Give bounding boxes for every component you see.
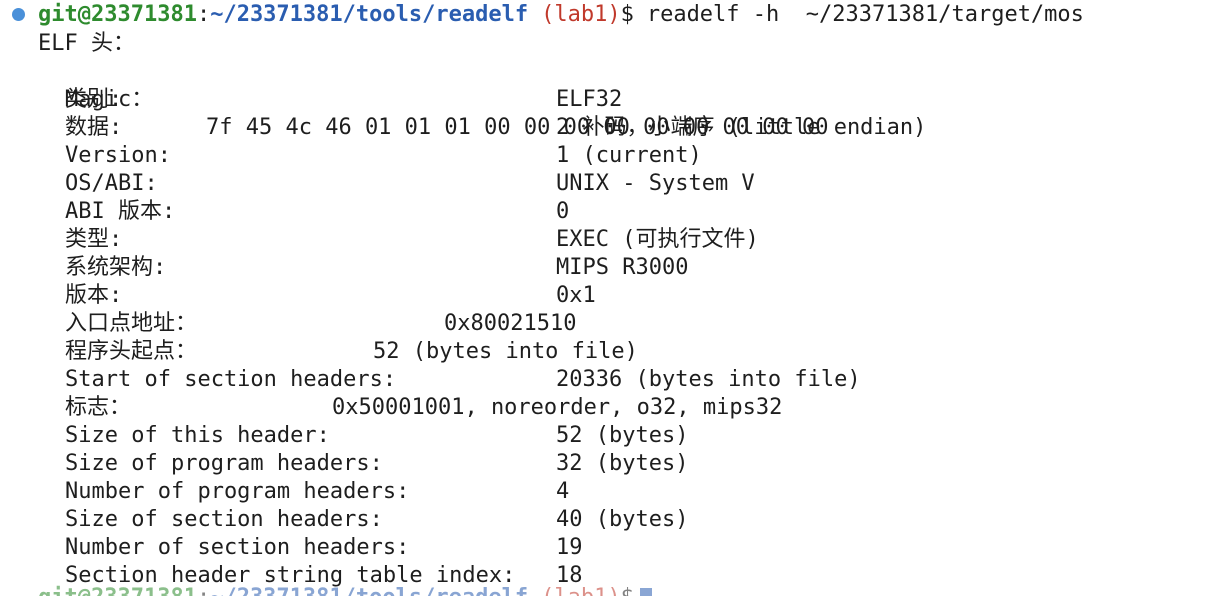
terminal-cursor[interactable] bbox=[639, 588, 652, 596]
next-prompt-branch: (lab1) bbox=[541, 585, 620, 596]
elf-field-row: 程序头起点： 52 (bytes into file) bbox=[65, 338, 1165, 366]
magic-row: Magic： 7f 45 4c 46 01 01 01 00 00 00 00 … bbox=[65, 58, 1165, 140]
prompt-sign: $ bbox=[620, 2, 634, 27]
field-label: Version: bbox=[65, 143, 171, 168]
next-prompt-sign: $ bbox=[621, 585, 634, 596]
elf-field-row: 入口点地址： 0x80021510 bbox=[65, 310, 1165, 338]
elf-field-row: Size of this header: 52 (bytes) bbox=[65, 422, 1165, 450]
elf-field-row: 类型: EXEC (可执行文件) bbox=[65, 226, 1165, 254]
next-prompt-line: git@23371381:~/23371381/tools/readelf (la… bbox=[38, 584, 652, 596]
prompt-status-dot-icon bbox=[12, 8, 25, 21]
field-value: 0 bbox=[556, 199, 570, 224]
field-value: 52 (bytes) bbox=[556, 423, 689, 448]
field-value: 1 (current) bbox=[556, 143, 702, 168]
field-label: 标志： bbox=[65, 395, 132, 420]
prompt-line: git@23371381:~/23371381/tools/readelf (la… bbox=[38, 1, 1084, 29]
field-value: 4 bbox=[556, 479, 570, 504]
field-label: Number of program headers: bbox=[65, 479, 410, 504]
field-label: 类别: bbox=[65, 87, 123, 112]
field-label: 系统架构: bbox=[65, 255, 167, 280]
field-value: 2 补码，小端序 (little endian) bbox=[556, 115, 927, 140]
prompt-path: ~/23371381/tools/readelf bbox=[210, 2, 529, 27]
prompt-user-host: git@23371381 bbox=[38, 2, 197, 27]
prompt-colon: : bbox=[196, 2, 211, 27]
field-label: 入口点地址： bbox=[65, 311, 198, 336]
field-value: EXEC (可执行文件) bbox=[556, 227, 759, 252]
elf-field-row: 类别: ELF32 bbox=[65, 86, 1165, 114]
field-label: Number of section headers: bbox=[65, 535, 410, 560]
elf-field-row: 系统架构: MIPS R3000 bbox=[65, 254, 1165, 282]
terminal-window[interactable]: git@23371381:~/23371381/tools/readelf (la… bbox=[0, 0, 1212, 596]
field-label: Size of section headers: bbox=[65, 507, 383, 532]
field-label: OS/ABI: bbox=[65, 171, 158, 196]
field-label: 程序头起点： bbox=[65, 339, 198, 364]
next-prompt-user-host: git@23371381 bbox=[38, 585, 197, 596]
elf-field-row: 版本: 0x1 bbox=[65, 282, 1165, 310]
elf-field-row: 数据: 2 补码，小端序 (little endian) bbox=[65, 114, 1165, 142]
next-prompt-colon: : bbox=[197, 585, 210, 596]
field-value: 40 (bytes) bbox=[556, 507, 689, 532]
field-value: 19 bbox=[556, 535, 583, 560]
field-label: Size of this header: bbox=[65, 423, 330, 448]
elf-field-row: Size of program headers: 32 (bytes) bbox=[65, 450, 1165, 478]
field-value: ELF32 bbox=[556, 87, 623, 112]
field-label: Start of section headers: bbox=[65, 367, 397, 392]
field-value: 32 (bytes) bbox=[556, 451, 689, 476]
elf-header-title: ELF 头： bbox=[38, 31, 135, 56]
field-label: Size of program headers: bbox=[65, 451, 383, 476]
elf-field-row: Number of program headers: 4 bbox=[65, 478, 1165, 506]
elf-field-row: Start of section headers: 20336 (bytes in… bbox=[65, 366, 1165, 394]
elf-field-row: Number of section headers: 19 bbox=[65, 534, 1165, 562]
field-value: 20336 (bytes into file) bbox=[556, 367, 861, 392]
field-value: 0x50001001, noreorder, o32, mips32 bbox=[332, 395, 783, 420]
command-text: readelf -h ~/23371381/target/mos bbox=[646, 2, 1084, 27]
field-label: 版本: bbox=[65, 283, 123, 308]
elf-field-row: ABI 版本: 0 bbox=[65, 198, 1165, 226]
elf-field-row: Size of section headers: 40 (bytes) bbox=[65, 506, 1165, 534]
elf-field-row: Version: 1 (current) bbox=[65, 142, 1165, 170]
field-label: 数据: bbox=[65, 115, 123, 140]
next-prompt-path: ~/23371381/tools/readelf bbox=[210, 585, 528, 596]
field-value: 0x80021510 bbox=[444, 311, 577, 336]
field-value: UNIX - System V bbox=[556, 171, 755, 196]
field-label: 类型: bbox=[65, 227, 123, 252]
elf-field-row: 标志： 0x50001001, noreorder, o32, mips32 bbox=[65, 394, 1165, 422]
field-label: ABI 版本: bbox=[65, 199, 176, 224]
elf-field-row: OS/ABI: UNIX - System V bbox=[65, 170, 1165, 198]
field-value: 52 (bytes into file) bbox=[373, 339, 638, 364]
prompt-branch: (lab1) bbox=[541, 2, 621, 27]
field-value: 0x1 bbox=[556, 283, 596, 308]
field-value: MIPS R3000 bbox=[556, 255, 689, 280]
